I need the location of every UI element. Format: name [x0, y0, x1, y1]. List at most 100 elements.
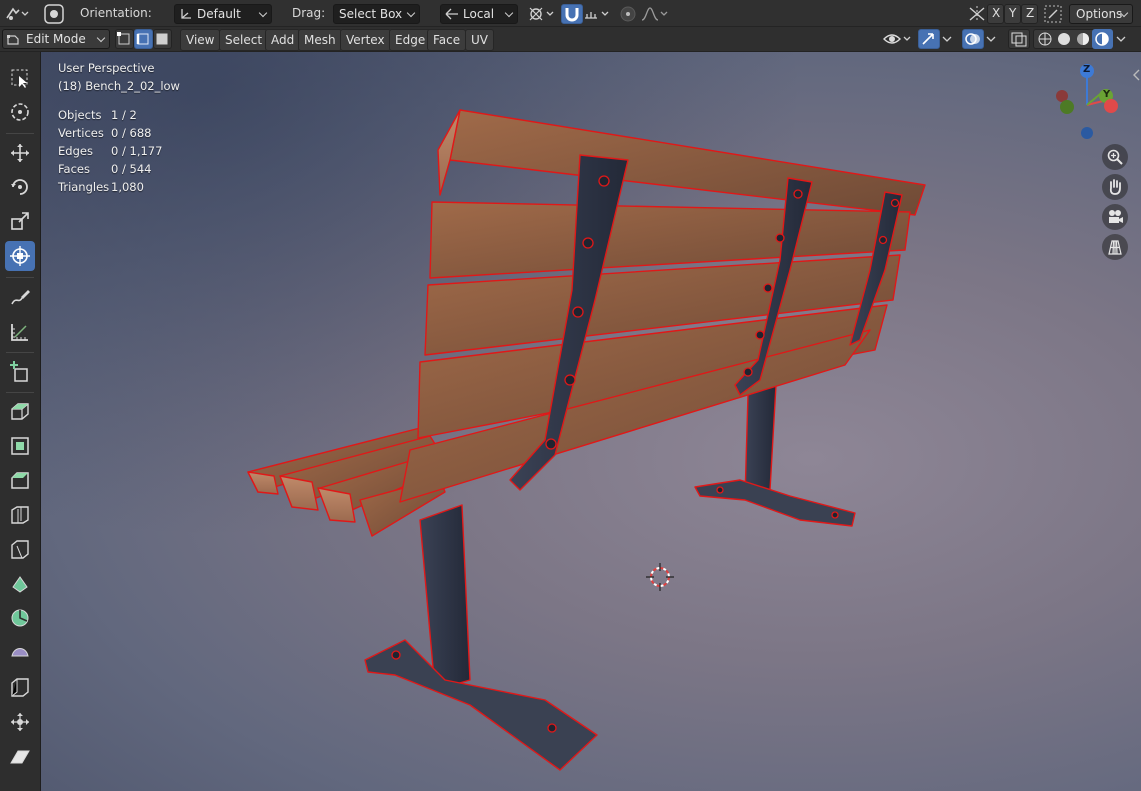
add-cube-icon — [10, 361, 28, 382]
tool-inset[interactable] — [5, 431, 35, 461]
tool-shrink-fatten[interactable] — [5, 707, 35, 737]
stat-triangles-label: Triangles — [58, 180, 110, 194]
tool-shear[interactable] — [5, 742, 35, 772]
tool-scale[interactable] — [5, 206, 35, 236]
pan-view-button[interactable] — [1102, 174, 1128, 200]
options-dropdown[interactable]: Options — [1069, 4, 1133, 24]
tool-edge-slide[interactable] — [5, 672, 35, 702]
stat-objects-label: Objects — [58, 108, 102, 122]
tool-spin[interactable] — [5, 603, 35, 633]
orientation-dropdown[interactable]: Default — [174, 4, 272, 24]
shading-dropdown[interactable] — [1114, 29, 1130, 49]
pivot-dropdown[interactable]: Local — [440, 4, 518, 24]
shading-mode-group — [1033, 29, 1113, 49]
shrink-fatten-icon — [11, 713, 29, 731]
menu-mesh[interactable]: Mesh — [298, 29, 342, 51]
tool-loop-cut[interactable] — [5, 500, 35, 530]
menu-edge[interactable]: Edge — [389, 29, 432, 51]
edge-select-mode[interactable] — [134, 29, 153, 49]
overlays-toggle[interactable] — [962, 29, 984, 49]
stat-edges-label: Edges — [58, 144, 93, 158]
xray-toggle[interactable] — [1008, 29, 1030, 49]
loop-cut-icon — [11, 506, 29, 524]
auto-merge-button[interactable] — [1043, 4, 1063, 24]
proportional-edit-button[interactable] — [526, 4, 556, 24]
tool-bevel[interactable] — [5, 465, 35, 495]
tool-measure[interactable] — [5, 317, 35, 347]
proportional-toggle[interactable] — [619, 5, 637, 23]
menu-select[interactable]: Select — [219, 29, 269, 51]
cursor-icon — [11, 103, 29, 121]
tool-extrude[interactable] — [5, 396, 35, 426]
tool-select-box[interactable] — [5, 63, 35, 93]
drag-label: Drag: — [292, 6, 326, 20]
transform-orientation-icon[interactable] — [43, 3, 65, 25]
3d-viewport[interactable]: User Perspective (18) Bench_2_02_low Obj… — [41, 52, 1141, 791]
gizmo-toggle[interactable] — [918, 29, 940, 49]
mirror-z-toggle[interactable]: Z — [1021, 4, 1038, 24]
editor-type-icon — [6, 7, 29, 20]
tool-separator — [6, 352, 34, 353]
axis-x-label: X — [992, 6, 1001, 20]
perspective-toggle-button[interactable] — [1102, 234, 1128, 260]
editor-type-button[interactable] — [4, 4, 30, 24]
axis-neg-y-ball[interactable] — [1060, 100, 1074, 114]
menu-vertex[interactable]: Vertex — [340, 29, 391, 51]
chevron-down-icon — [942, 36, 952, 42]
snap-target-icon — [529, 7, 554, 21]
tool-transform[interactable] — [5, 241, 35, 271]
menu-uv[interactable]: UV — [465, 29, 494, 51]
falloff-curve-icon — [641, 7, 668, 21]
zoom-view-button[interactable] — [1102, 144, 1128, 170]
rotate-icon — [11, 179, 28, 195]
tool-rotate[interactable] — [5, 172, 35, 202]
rendered-shading-icon — [1095, 32, 1109, 46]
axis-neg-z-ball[interactable] — [1081, 127, 1093, 139]
wireframe-shading-icon[interactable] — [1036, 31, 1054, 47]
front-foot — [364, 639, 598, 771]
vertex-select-mode[interactable] — [115, 29, 134, 49]
tool-poly-build[interactable] — [5, 569, 35, 599]
tool-separator — [6, 277, 34, 278]
mode-dropdown[interactable]: Edit Mode — [2, 29, 110, 49]
overlays-dropdown[interactable] — [984, 29, 1000, 49]
drag-value: Select Box — [339, 7, 403, 21]
material-shading-icon[interactable] — [1074, 31, 1092, 47]
snap-toggle-button[interactable] — [561, 4, 583, 24]
tool-cursor[interactable] — [5, 97, 35, 127]
gizmo-dropdown[interactable] — [940, 29, 956, 49]
menu-view[interactable]: View — [180, 29, 221, 51]
snap-increment-icon — [585, 11, 609, 19]
tool-move[interactable] — [5, 138, 35, 168]
snap-element-dropdown[interactable] — [583, 4, 613, 24]
menu-face[interactable]: Face — [427, 29, 467, 51]
mirror-y-toggle[interactable]: Y — [1004, 4, 1021, 24]
axis-z-label: Z — [1026, 6, 1035, 20]
falloff-dropdown[interactable] — [640, 4, 670, 24]
face-select-mode[interactable] — [153, 29, 172, 49]
tool-annotate[interactable] — [5, 282, 35, 312]
perspective-label: User Perspective — [58, 61, 155, 75]
3d-cursor-icon[interactable] — [644, 561, 676, 593]
chevron-down-icon — [986, 36, 996, 42]
drag-dropdown[interactable]: Select Box — [333, 4, 420, 24]
rendered-shading-button[interactable] — [1092, 29, 1113, 49]
camera-view-button[interactable] — [1102, 204, 1128, 230]
annotate-icon — [11, 290, 30, 305]
back-slat-1 — [449, 109, 926, 216]
mirror-x-toggle[interactable]: X — [987, 4, 1004, 24]
axis-x-ball[interactable] — [1104, 99, 1118, 113]
bench-model — [247, 109, 926, 771]
stat-faces-value: 0 / 544 — [111, 162, 152, 176]
tool-add-cube[interactable] — [5, 357, 35, 387]
chevron-down-icon — [96, 33, 106, 43]
orientation-label: Orientation: — [80, 6, 152, 20]
sidebar-collapse-arrow[interactable] — [1131, 68, 1141, 82]
menu-add[interactable]: Add — [265, 29, 301, 51]
zoom-icon — [1107, 149, 1123, 165]
tool-smooth[interactable] — [5, 638, 35, 668]
edge-slide-icon — [11, 678, 29, 697]
solid-shading-icon[interactable] — [1055, 31, 1073, 47]
visibility-dropdown[interactable] — [882, 29, 914, 49]
tool-knife[interactable] — [5, 534, 35, 564]
